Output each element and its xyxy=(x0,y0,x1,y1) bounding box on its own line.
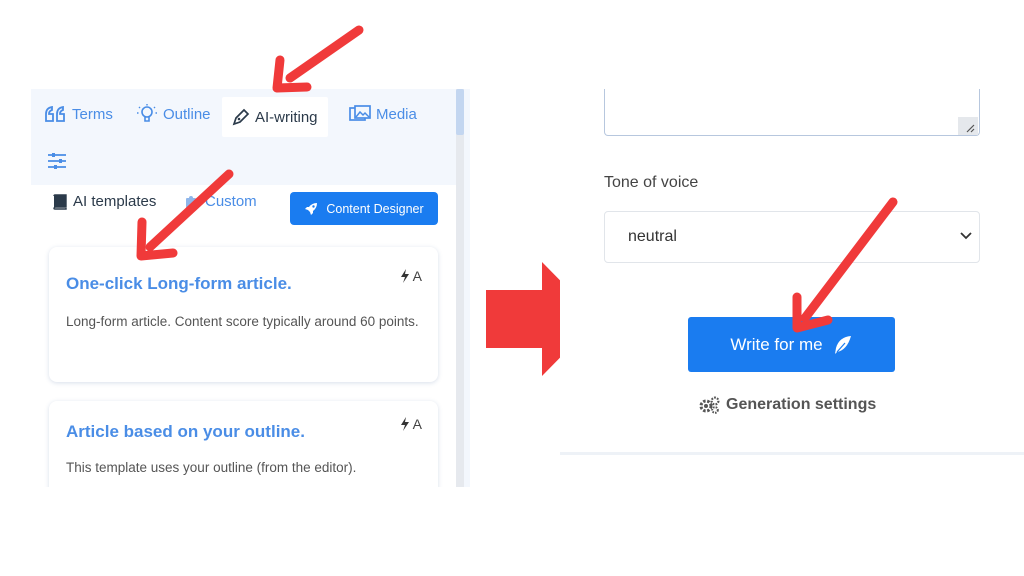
subtab-ai-templates-label: AI templates xyxy=(73,193,157,210)
tab-terms[interactable]: Terms xyxy=(45,99,113,129)
card-title: One-click Long-form article. xyxy=(66,274,292,293)
bolt-icon xyxy=(400,417,409,431)
tone-select[interactable]: neutral xyxy=(604,211,980,263)
book-icon xyxy=(53,193,67,210)
card-title: Article based on your outline. xyxy=(66,422,305,441)
tab-outline-label: Outline xyxy=(163,105,211,123)
tone-of-voice-label: Tone of voice xyxy=(604,174,699,191)
card-badge: A xyxy=(400,416,422,432)
subtab-ai-templates[interactable]: AI templates xyxy=(53,193,156,210)
tab-outline[interactable]: Outline xyxy=(136,99,211,129)
gears-icon xyxy=(699,396,720,414)
card-badge-label: A xyxy=(412,268,422,284)
card-badge-label: A xyxy=(412,416,422,432)
divider xyxy=(560,452,1024,455)
lightbulb-icon xyxy=(137,104,157,122)
content-designer-button[interactable]: Content Designer xyxy=(290,192,438,225)
text-area[interactable] xyxy=(604,89,980,136)
tab-media[interactable]: Media xyxy=(349,99,417,129)
subtab-custom[interactable]: Custom xyxy=(185,193,257,210)
card-description: Long-form article. Content score typical… xyxy=(66,314,419,329)
pen-icon xyxy=(232,108,250,126)
left-panel: Terms Outline AI-writing Media AI templa… xyxy=(31,89,470,487)
arrow-to-ai-writing-icon xyxy=(272,25,364,93)
tab-bar: Terms Outline AI-writing Media xyxy=(31,89,456,185)
write-for-me-label: Write for me xyxy=(730,334,823,354)
scrollbar-track[interactable] xyxy=(456,89,464,487)
write-for-me-button[interactable]: Write for me xyxy=(688,317,895,372)
resize-handle[interactable] xyxy=(958,117,978,135)
scrollbar-thumb[interactable] xyxy=(456,89,464,135)
generation-settings-link[interactable]: Generation settings xyxy=(698,396,876,414)
image-icon xyxy=(349,105,371,121)
subtab-custom-label: Custom xyxy=(205,193,257,210)
generation-settings-label: Generation settings xyxy=(726,396,877,413)
tone-select-value: neutral xyxy=(628,228,677,245)
bolt-icon xyxy=(400,269,409,283)
tab-ai-writing[interactable]: AI-writing xyxy=(222,97,328,137)
resize-grip-icon xyxy=(966,124,975,133)
chevron-down-icon xyxy=(960,232,972,240)
content-designer-label: Content Designer xyxy=(326,201,424,216)
card-description: This template uses your outline (from th… xyxy=(66,460,357,475)
sliders-icon xyxy=(48,153,66,169)
tab-ai-writing-label: AI-writing xyxy=(255,108,318,126)
feather-icon xyxy=(834,335,851,354)
tab-terms-label: Terms xyxy=(72,105,113,123)
puzzle-icon xyxy=(186,195,196,208)
tab-media-label: Media xyxy=(376,105,417,123)
card-badge: A xyxy=(400,268,422,284)
rocket-icon xyxy=(305,202,318,215)
template-card-longform[interactable]: One-click Long-form article. A Long-form… xyxy=(49,247,438,382)
quote-icon xyxy=(45,106,65,122)
template-card-outline[interactable]: Article based on your outline. A This te… xyxy=(49,401,438,487)
settings-button[interactable] xyxy=(45,149,69,173)
